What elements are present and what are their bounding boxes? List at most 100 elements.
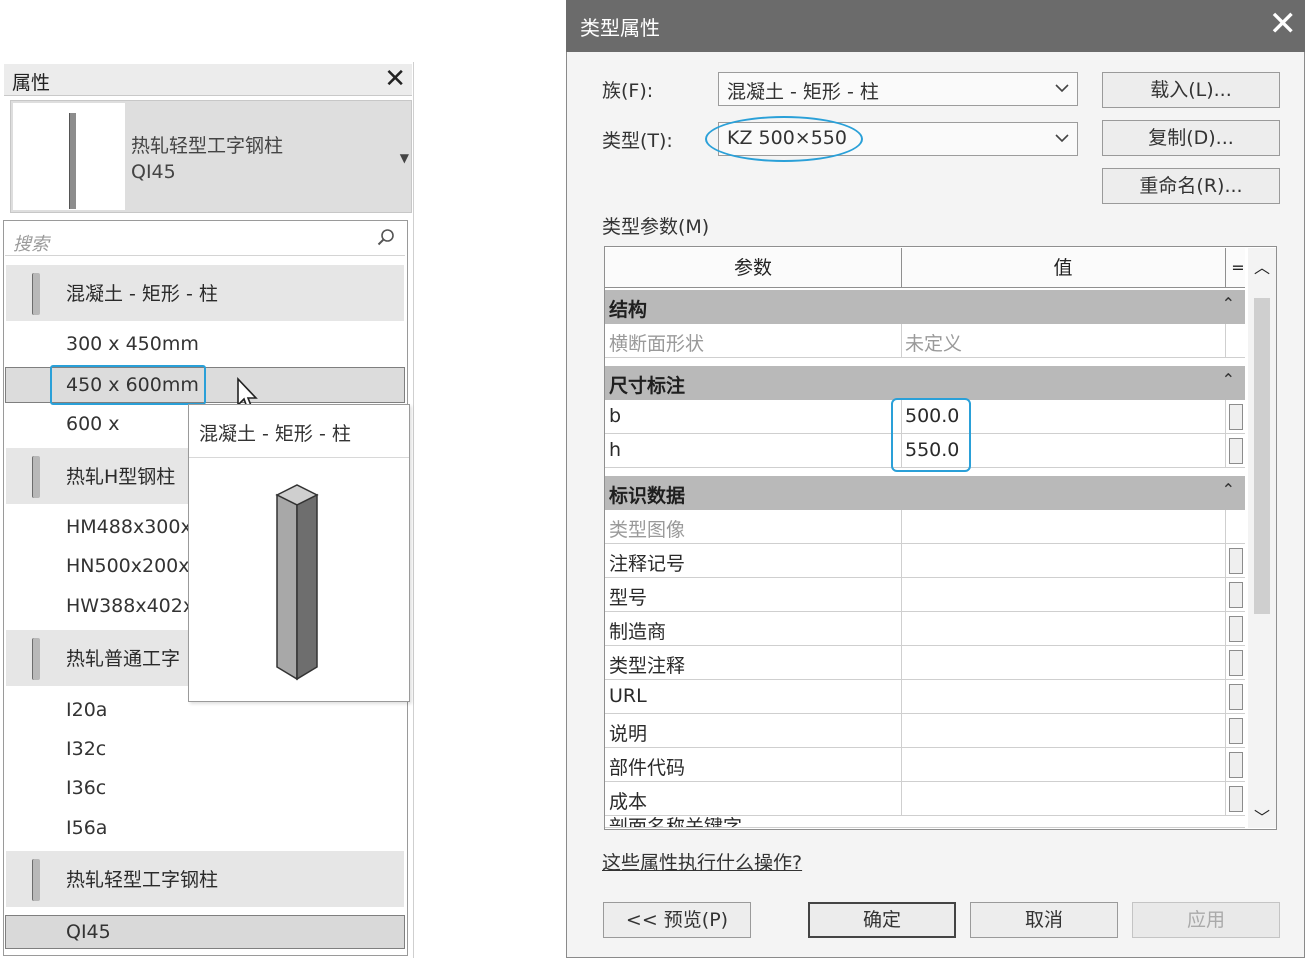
table-row: URL: [605, 680, 1245, 714]
family-label: 热轧H型钢柱: [66, 466, 176, 488]
column-family-icon: [32, 859, 40, 901]
table-row: 类型注释: [605, 646, 1245, 680]
column-header-value[interactable]: 值: [901, 248, 1226, 288]
table-row: 成本: [605, 782, 1245, 816]
list-item[interactable]: I36c: [66, 773, 106, 803]
highlight-annotation: [891, 398, 971, 472]
type-label: 类型(T):: [602, 130, 673, 152]
preview-button[interactable]: << 预览(P): [603, 902, 751, 938]
close-icon[interactable]: ✕: [384, 64, 406, 94]
param-name: 横断面形状: [609, 333, 705, 355]
formula-button[interactable]: [1229, 582, 1243, 608]
formula-button[interactable]: [1229, 404, 1243, 430]
list-item[interactable]: HN500x200x: [66, 551, 188, 581]
param-name: h: [609, 439, 622, 461]
column-3d-icon: [275, 484, 319, 681]
list-item[interactable]: HW388x402x: [66, 591, 188, 621]
grid-scrollbar[interactable]: ︿ ﹀: [1248, 248, 1276, 828]
type-selector[interactable]: 热轧轻型工字钢柱 QI45 ▼: [10, 100, 412, 213]
chevron-down-icon[interactable]: ▼: [400, 151, 409, 165]
formula-button[interactable]: [1229, 616, 1243, 642]
selected-family-name: 热轧轻型工字钢柱: [131, 135, 284, 157]
group-row-dimensions[interactable]: 尺寸标注 ⌃: [605, 366, 1245, 400]
table-row: 部件代码: [605, 748, 1245, 782]
type-parameters-label: 类型参数(M): [602, 216, 710, 238]
scrollbar-thumb[interactable]: [1254, 298, 1270, 614]
table-row: 注释记号: [605, 544, 1245, 578]
table-row: 类型图像: [605, 510, 1245, 544]
group-row-identity[interactable]: 标识数据 ⌃: [605, 476, 1245, 510]
group-label: 标识数据: [609, 485, 686, 507]
help-link[interactable]: 这些属性执行什么操作?: [602, 848, 802, 875]
list-item[interactable]: 300 x 450mm: [66, 329, 199, 359]
search-icon[interactable]: [377, 228, 395, 246]
list-item[interactable]: 600 x 750mm: [66, 409, 188, 439]
param-name: 成本: [609, 791, 648, 813]
formula-button[interactable]: [1229, 548, 1243, 574]
formula-button[interactable]: [1229, 752, 1243, 778]
formula-button[interactable]: [1229, 650, 1243, 676]
param-name: 型号: [609, 587, 648, 609]
param-name: 类型图像: [609, 519, 686, 541]
column-header-formula[interactable]: =: [1231, 248, 1245, 288]
column-family-icon: [32, 456, 40, 498]
collapse-icon[interactable]: ⌃: [1222, 294, 1235, 313]
param-name: 类型注释: [609, 655, 686, 677]
selected-type-name: QI45: [131, 161, 176, 183]
list-item[interactable]: HM488x300x: [66, 512, 188, 542]
list-item-current[interactable]: [5, 915, 405, 949]
list-item[interactable]: QI45: [66, 917, 111, 947]
column-header-parameter[interactable]: 参数: [605, 248, 902, 288]
group-label: 尺寸标注: [609, 375, 686, 397]
dialog-title-bar: 类型属性 ✕: [566, 0, 1305, 52]
table-row: 制造商: [605, 612, 1245, 646]
collapse-icon[interactable]: ⌃: [1222, 480, 1235, 499]
list-item[interactable]: I20a: [66, 695, 107, 725]
group-row-structure[interactable]: 结构 ⌃: [605, 290, 1245, 324]
rename-button[interactable]: 重命名(R)...: [1102, 168, 1280, 204]
list-item[interactable]: I56a: [66, 813, 107, 843]
param-name: URL: [609, 685, 647, 707]
formula-button[interactable]: [1229, 786, 1243, 812]
chevron-down-icon[interactable]: [1055, 81, 1069, 95]
chevron-down-icon[interactable]: ﹀: [1254, 804, 1270, 828]
family-row-concrete: 混凝土 - 矩形 - 柱: [6, 265, 404, 321]
family-label: 族(F):: [602, 80, 654, 102]
chevron-up-icon[interactable]: ︿: [1254, 254, 1270, 278]
search-field[interactable]: 搜索: [5, 224, 405, 256]
column-icon: [69, 113, 76, 209]
param-name: 说明: [609, 723, 648, 745]
collapse-icon[interactable]: ⌃: [1222, 370, 1235, 389]
family-label: 混凝土 - 矩形 - 柱: [66, 283, 218, 305]
table-row: 型号: [605, 578, 1245, 612]
type-selector-label: 热轧轻型工字钢柱 QI45: [131, 133, 283, 185]
formula-button[interactable]: [1229, 718, 1243, 744]
cancel-button[interactable]: 取消: [970, 902, 1118, 938]
search-input[interactable]: 搜索: [13, 230, 49, 256]
load-button[interactable]: 载入(L)...: [1102, 72, 1280, 108]
ok-button[interactable]: 确定: [808, 902, 956, 938]
family-label: 热轧普通工字: [66, 648, 181, 670]
family-select[interactable]: 混凝土 - 矩形 - 柱: [718, 72, 1078, 106]
column-family-icon: [32, 273, 40, 315]
formula-button[interactable]: [1229, 438, 1243, 464]
duplicate-button[interactable]: 复制(D)...: [1102, 120, 1280, 156]
dialog-title: 类型属性: [580, 16, 660, 40]
param-name: 剖面名称关键字: [609, 816, 743, 828]
table-row: 横断面形状 未定义: [605, 324, 1245, 358]
list-item[interactable]: I32c: [66, 734, 106, 764]
family-row-light-i-steel: 热轧轻型工字钢柱: [6, 851, 404, 907]
properties-title: 属性: [12, 72, 51, 94]
apply-button[interactable]: 应用: [1132, 902, 1280, 938]
family-preview-tooltip: 混凝土 - 矩形 - 柱: [188, 404, 410, 702]
column-family-icon: [32, 638, 40, 680]
close-icon[interactable]: ✕: [1269, 4, 1298, 44]
chevron-down-icon[interactable]: [1055, 131, 1069, 145]
divider: [189, 457, 409, 458]
formula-button[interactable]: [1229, 684, 1243, 710]
tooltip-title: 混凝土 - 矩形 - 柱: [199, 423, 351, 445]
type-thumbnail: [13, 103, 125, 210]
param-name: 制造商: [609, 621, 667, 643]
highlight-annotation: [50, 365, 206, 405]
grid-header: 参数 值 =: [605, 248, 1245, 288]
